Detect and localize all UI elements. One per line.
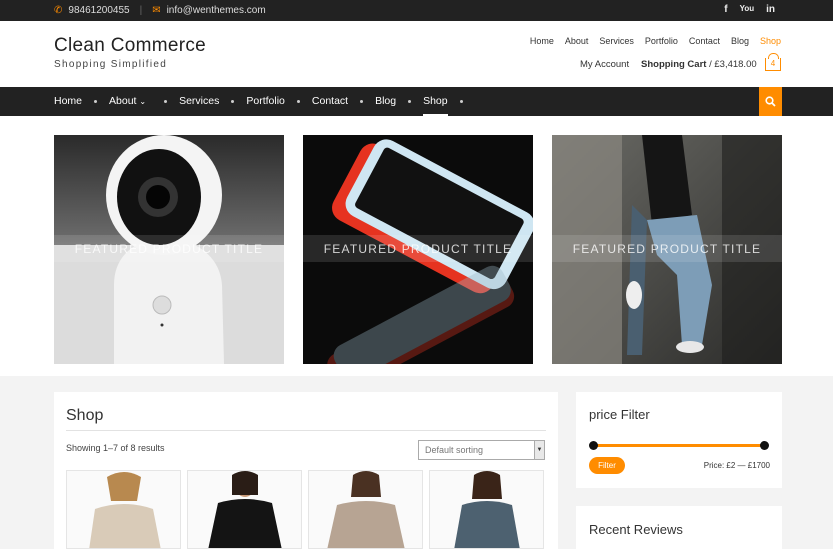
linkedin-icon[interactable]: in [766, 4, 775, 15]
social-links: f You in [724, 4, 775, 15]
nav-shop[interactable]: Shop [423, 87, 448, 116]
chevron-down-icon: ▼ [534, 441, 544, 459]
price-slider-range[interactable] [593, 444, 765, 447]
topnav-services[interactable]: Services [599, 36, 634, 46]
featured-product-2[interactable]: FEATURED PRODUCT TITLE [303, 135, 533, 364]
site-header: Clean Commerce Shopping Simplified Home … [0, 21, 833, 87]
sort-select[interactable]: Default sorting ▼ [418, 440, 545, 460]
phone-number[interactable]: 98461200455 [68, 5, 129, 16]
my-account-link[interactable]: My Account [580, 59, 629, 70]
topnav-shop[interactable]: Shop [760, 36, 781, 46]
price-range-label: Price: £2 — £1700 [703, 461, 770, 470]
featured-title-2: FEATURED PRODUCT TITLE [323, 242, 513, 256]
price-slider-min-handle[interactable] [589, 441, 598, 450]
price-filter-widget: price Filter Filter Price: £2 — £1700 [576, 392, 782, 488]
nav-separator [164, 100, 168, 103]
nav-portfolio[interactable]: Portfolio [246, 87, 285, 116]
topnav-contact[interactable]: Contact [689, 36, 720, 46]
top-bar: ✆ 98461200455 | ✉ info@wenthemes.com f Y… [0, 0, 833, 21]
email-address[interactable]: info@wenthemes.com [167, 5, 266, 16]
nav-separator [459, 100, 463, 103]
product-card[interactable] [308, 470, 423, 549]
featured-product-3[interactable]: FEATURED PRODUCT TITLE [552, 135, 782, 364]
nav-about-label: About [109, 95, 137, 107]
nav-separator [360, 100, 364, 103]
product-image [430, 471, 543, 548]
topnav-home[interactable]: Home [530, 36, 554, 46]
phone-icon: ✆ [54, 5, 63, 16]
nav-about[interactable]: About ⌄ [109, 87, 146, 116]
contact-info: ✆ 98461200455 | ✉ info@wenthemes.com [54, 5, 266, 16]
nav-separator [408, 100, 412, 103]
filter-button[interactable]: Filter [589, 457, 625, 474]
page-title: Shop [66, 407, 104, 424]
nav-separator [296, 100, 300, 103]
nav-contact[interactable]: Contact [312, 87, 348, 116]
cart-count: 4 [770, 59, 776, 68]
nav-services[interactable]: Services [179, 87, 219, 116]
sort-value: Default sorting [425, 445, 484, 455]
search-button[interactable] [759, 87, 782, 116]
widget-title: price Filter [589, 407, 650, 422]
topnav-portfolio[interactable]: Portfolio [645, 36, 678, 46]
shopping-cart-link[interactable]: Shopping Cart / £3,418.00 [641, 59, 757, 70]
secondary-nav: Home About Services Portfolio Contact Bl… [530, 36, 781, 46]
chevron-down-icon: ⌄ [139, 97, 147, 106]
main-nav: Home About ⌄ Services Portfolio Contact … [0, 87, 833, 116]
widget-title: Recent Reviews [589, 522, 683, 537]
product-card[interactable] [429, 470, 544, 549]
shop-content: Shop Showing 1–7 of 8 results Default so… [54, 392, 558, 549]
search-icon [765, 96, 776, 107]
featured-title-1: FEATURED PRODUCT TITLE [74, 242, 264, 256]
product-card[interactable] [66, 470, 181, 549]
cart-label: Shopping Cart [641, 59, 707, 70]
topnav-blog[interactable]: Blog [731, 36, 749, 46]
nav-separator [94, 100, 98, 103]
nav-home[interactable]: Home [54, 87, 82, 116]
featured-product-1[interactable]: FEATURED PRODUCT TITLE [54, 135, 284, 364]
featured-title-3: FEATURED PRODUCT TITLE [572, 242, 762, 256]
divider [66, 430, 546, 431]
youtube-icon[interactable]: You [740, 4, 755, 15]
product-image [188, 471, 301, 548]
price-slider-max-handle[interactable] [760, 441, 769, 450]
facebook-icon[interactable]: f [724, 4, 727, 15]
site-tagline: Shopping Simplified [54, 59, 168, 70]
result-count: Showing 1–7 of 8 results [66, 443, 165, 453]
site-title[interactable]: Clean Commerce [54, 35, 206, 57]
nav-blog[interactable]: Blog [375, 87, 396, 116]
product-card[interactable] [187, 470, 302, 549]
cart-icon[interactable]: 4 [765, 53, 781, 71]
recent-reviews-widget: Recent Reviews [576, 506, 782, 549]
cart-total: / £3,418.00 [706, 59, 757, 70]
nav-separator [231, 100, 235, 103]
divider: | [139, 5, 143, 16]
topnav-about[interactable]: About [565, 36, 589, 46]
email-icon: ✉ [152, 5, 161, 16]
product-image [67, 471, 180, 548]
product-image [309, 471, 422, 548]
